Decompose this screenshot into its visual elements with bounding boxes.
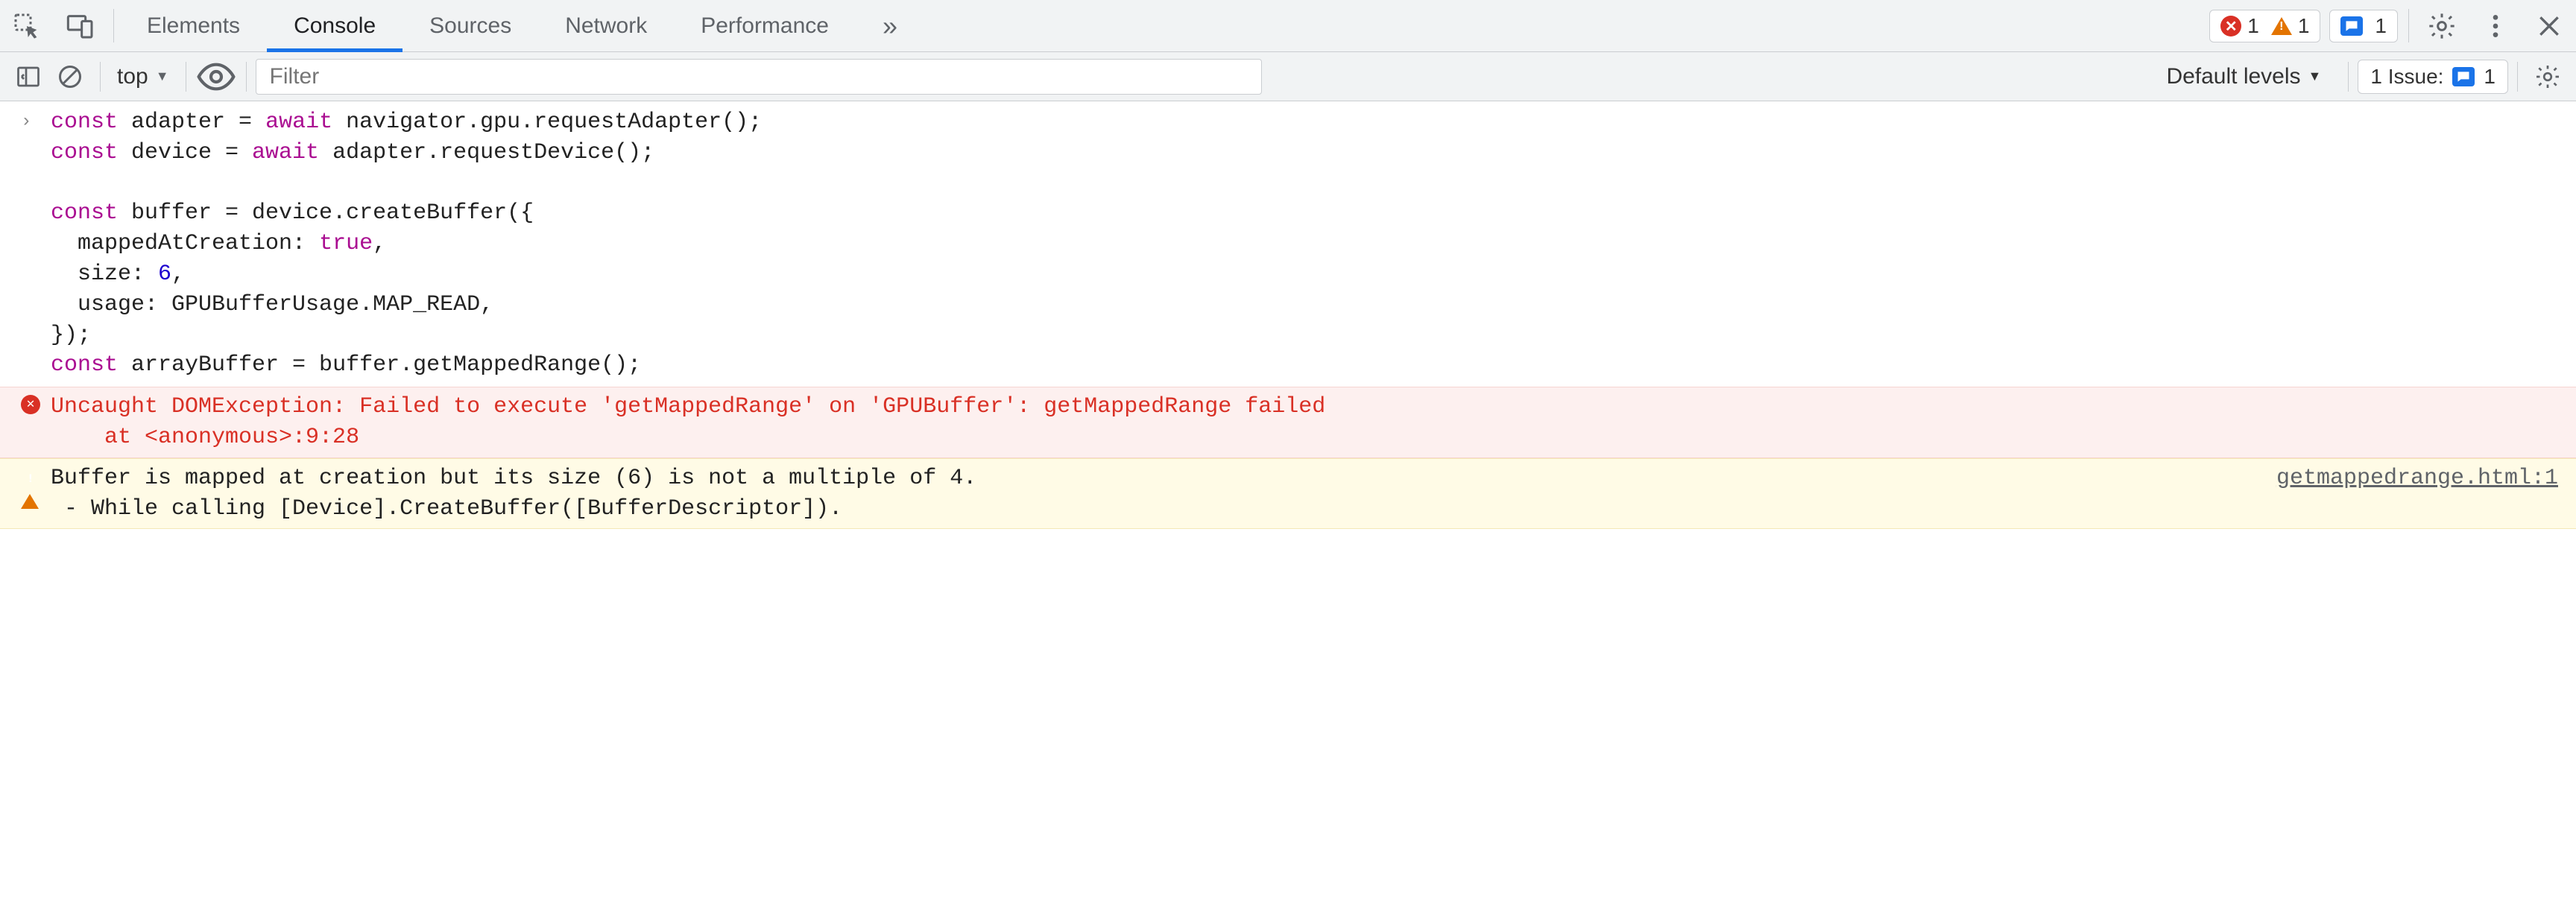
info-icon: [2340, 16, 2363, 36]
error-icon: ✕: [2220, 16, 2241, 37]
code-block: const adapter = await navigator.gpu.requ…: [51, 107, 762, 387]
settings-icon[interactable]: [2415, 0, 2469, 51]
tab-label: Network: [565, 13, 647, 39]
prompt-icon: ›: [21, 107, 51, 387]
warning-icon: [2271, 17, 2292, 35]
more-tabs-icon[interactable]: »: [856, 0, 924, 51]
error-icon: ✕: [21, 392, 51, 453]
device-toolbar-icon[interactable]: [54, 0, 107, 51]
error-count-value: 1: [2247, 14, 2259, 38]
tab-sources[interactable]: Sources: [402, 0, 538, 51]
console-toolbar: top ▼ Default levels ▼ 1 Issue: 1: [0, 52, 2576, 101]
console-body: › const adapter = await navigator.gpu.re…: [0, 101, 2576, 529]
clear-console-icon[interactable]: [49, 59, 91, 95]
divider: [2348, 62, 2349, 92]
kebab-menu-icon[interactable]: [2469, 0, 2522, 51]
inspect-icon[interactable]: [0, 0, 54, 51]
sidebar-toggle-icon[interactable]: [7, 59, 49, 95]
log-levels-selector[interactable]: Default levels ▼: [2148, 64, 2339, 89]
console-error-row[interactable]: ✕ Uncaught DOMException: Failed to execu…: [0, 387, 2576, 458]
chevron-down-icon: ▼: [2308, 69, 2322, 84]
filter-input[interactable]: [256, 59, 1262, 95]
console-settings-icon[interactable]: [2527, 59, 2569, 95]
tab-network[interactable]: Network: [538, 0, 674, 51]
tab-label: Sources: [429, 13, 511, 39]
warning-icon: [21, 463, 51, 525]
warning-count[interactable]: 1: [2271, 14, 2310, 38]
chevron-down-icon: ▼: [156, 69, 169, 84]
issues-count: 1: [2484, 65, 2496, 89]
divider: [246, 62, 247, 92]
tab-console[interactable]: Console: [267, 0, 402, 51]
error-text: Uncaught DOMException: Failed to execute…: [51, 392, 1325, 453]
warning-count-value: 1: [2298, 14, 2310, 38]
context-value: top: [117, 64, 148, 89]
error-count[interactable]: ✕ 1: [2220, 14, 2259, 38]
tab-label: Elements: [147, 13, 240, 39]
devtools-tabbar: Elements Console Sources Network Perform…: [0, 0, 2576, 52]
console-input-row[interactable]: › const adapter = await navigator.gpu.re…: [0, 101, 2576, 387]
message-counts-pill[interactable]: ✕ 1 1: [2209, 10, 2320, 42]
info-icon: [2452, 67, 2475, 86]
context-selector[interactable]: top ▼: [110, 64, 177, 89]
tab-label: Console: [294, 13, 376, 39]
divider: [100, 62, 101, 92]
divider: [113, 9, 114, 42]
warning-text: Buffer is mapped at creation but its siz…: [51, 463, 2247, 525]
levels-label: Default levels: [2166, 64, 2300, 89]
info-count-value: 1: [2375, 14, 2387, 38]
issues-label: 1 Issue:: [2370, 65, 2443, 89]
divider: [2408, 9, 2409, 42]
tab-performance[interactable]: Performance: [674, 0, 856, 51]
divider: [2517, 62, 2518, 92]
tab-label: Performance: [701, 13, 829, 39]
source-link[interactable]: getmappedrange.html:1: [2247, 463, 2558, 525]
close-icon[interactable]: [2522, 0, 2576, 51]
live-expression-icon[interactable]: [195, 56, 237, 98]
tab-elements[interactable]: Elements: [120, 0, 267, 51]
issues-button[interactable]: 1 Issue: 1: [2358, 60, 2508, 94]
info-count-pill[interactable]: 1: [2329, 10, 2398, 42]
console-warning-row[interactable]: Buffer is mapped at creation but its siz…: [0, 458, 2576, 530]
